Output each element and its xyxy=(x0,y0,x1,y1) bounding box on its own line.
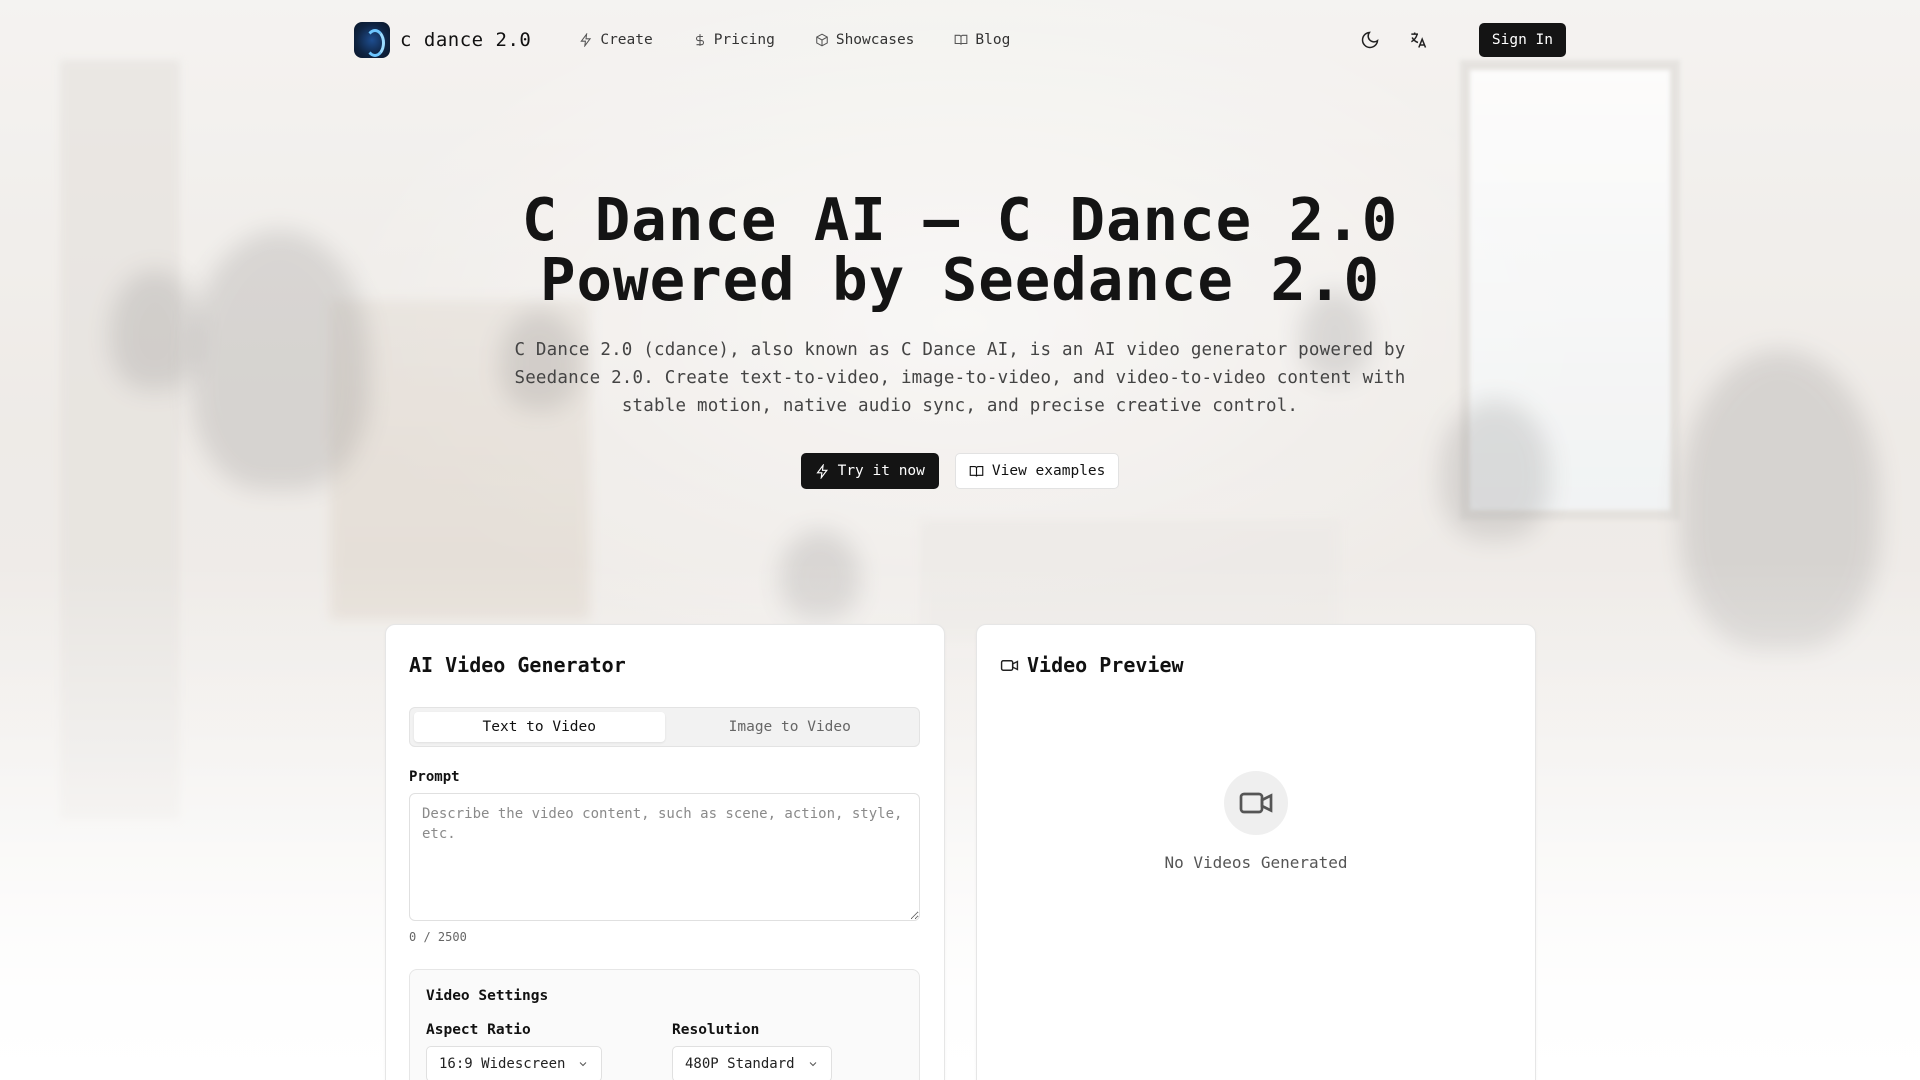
preview-card: Video Preview No Videos Generated xyxy=(976,624,1536,1080)
background-scene xyxy=(0,0,1920,1080)
aspect-ratio-select[interactable]: 16:9 Widescreen xyxy=(426,1046,603,1080)
nav-item-label: Blog xyxy=(975,32,1011,48)
dollar-icon xyxy=(695,34,704,46)
prompt-char-count: 0 / 2500 xyxy=(409,930,467,944)
resolution-label: Resolution xyxy=(672,1022,760,1038)
preview-empty-state: No Videos Generated xyxy=(977,771,1535,872)
brand-name: c dance 2.0 xyxy=(400,29,532,51)
video-camera-icon xyxy=(1239,792,1273,814)
video-settings-panel: Video Settings Aspect Ratio 16:9 Widescr… xyxy=(409,969,920,1080)
theme-toggle-button[interactable] xyxy=(1357,27,1383,53)
try-it-now-label: Try it now xyxy=(837,463,925,479)
prompt-label: Prompt xyxy=(409,769,460,785)
top-navbar: c dance 2.0 Create Pricing Showcases Blo… xyxy=(354,20,1566,60)
moon-icon xyxy=(1361,31,1379,49)
hero-section: C Dance AI — C Dance 2.0 Powered by Seed… xyxy=(0,190,1920,489)
book-icon xyxy=(955,34,968,45)
lightning-icon xyxy=(815,463,828,479)
language-button[interactable] xyxy=(1405,27,1431,53)
video-camera-icon xyxy=(1000,659,1019,671)
mode-tabs: Text to Video Image to Video xyxy=(409,707,920,747)
empty-video-icon-circle xyxy=(1224,771,1288,835)
resolution-select[interactable]: 480P Standard xyxy=(672,1046,832,1080)
hero-title-line1: C Dance AI — C Dance 2.0 xyxy=(521,185,1399,254)
brand[interactable]: c dance 2.0 xyxy=(354,22,531,58)
hero-actions: Try it now View examples xyxy=(0,453,1920,489)
hero-description: C Dance 2.0 (cdance), also known as C Da… xyxy=(514,340,1406,416)
lightning-icon xyxy=(580,33,592,47)
translate-icon xyxy=(1410,32,1427,48)
resolution-setting: Resolution 480P Standard xyxy=(672,1022,832,1080)
nav-item-label: Create xyxy=(600,32,653,48)
main-nav: Create Pricing Showcases Blog xyxy=(579,32,1010,48)
preview-title: Video Preview xyxy=(1027,653,1184,677)
empty-state-text: No Videos Generated xyxy=(1164,853,1348,872)
hero-title-line2: Powered by Seedance 2.0 xyxy=(540,245,1380,314)
sign-in-button[interactable]: Sign In xyxy=(1478,23,1566,57)
prompt-input[interactable] xyxy=(409,793,920,921)
generator-title: AI Video Generator xyxy=(409,653,626,677)
background-fade xyxy=(0,560,1920,1080)
chevron-down-icon xyxy=(580,1062,587,1067)
nav-item-blog[interactable]: Blog xyxy=(954,32,1010,48)
hero-title: C Dance AI — C Dance 2.0 Powered by Seed… xyxy=(0,190,1920,310)
view-examples-label: View examples xyxy=(991,463,1106,479)
nav-item-label: Showcases xyxy=(835,32,915,48)
header-actions: Sign In xyxy=(1357,23,1566,57)
brand-logo xyxy=(354,22,390,58)
aspect-ratio-setting: Aspect Ratio 16:9 Widescreen xyxy=(426,1022,603,1080)
preview-header: Video Preview xyxy=(1000,653,1184,677)
aspect-ratio-label: Aspect Ratio xyxy=(426,1022,531,1038)
chevron-down-icon xyxy=(809,1062,816,1067)
try-it-now-button[interactable]: Try it now xyxy=(800,453,939,489)
view-examples-button[interactable]: View examples xyxy=(954,453,1120,489)
nav-item-create[interactable]: Create xyxy=(579,32,653,48)
generator-card: AI Video Generator Text to Video Image t… xyxy=(385,624,945,1080)
tab-text-to-video[interactable]: Text to Video xyxy=(414,712,665,742)
resolution-value: 480P Standard xyxy=(685,1056,795,1072)
video-settings-title: Video Settings xyxy=(426,988,549,1004)
nav-item-label: Pricing xyxy=(713,32,775,48)
tab-image-to-video[interactable]: Image to Video xyxy=(665,712,916,742)
cube-icon xyxy=(816,33,828,47)
nav-item-showcases[interactable]: Showcases xyxy=(815,32,915,48)
nav-item-pricing[interactable]: Pricing xyxy=(693,32,775,48)
aspect-ratio-value: 16:9 Widescreen xyxy=(439,1056,566,1072)
book-open-icon xyxy=(969,465,984,477)
